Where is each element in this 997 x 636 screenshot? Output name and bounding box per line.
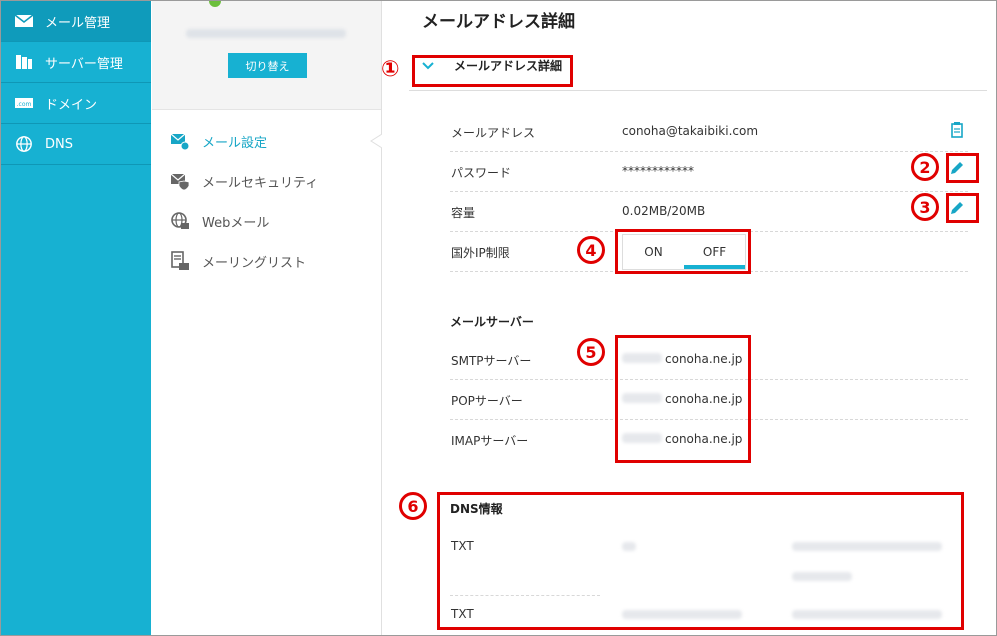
nav-item-label: メール管理 <box>45 15 111 31</box>
nav-item-mail[interactable]: メール管理 <box>1 1 151 42</box>
app-window: メール管理 サーバー管理 .com ドメイン DNS 切り替え メール設定 メー… <box>0 0 997 636</box>
mail-server-title: メールサーバー <box>450 315 534 329</box>
menu-item-label: メールセキュリティ <box>202 175 319 191</box>
mail-menu: メール設定 メールセキュリティ Webメール メーリングリスト <box>152 121 381 281</box>
capacity-row: 容量 0.02MB/20MB <box>450 191 968 232</box>
globe-icon <box>13 135 35 153</box>
svg-text:.com: .com <box>17 101 32 108</box>
status-dot <box>209 1 221 7</box>
capacity-value: 0.02MB/20MB <box>622 204 706 218</box>
nav-item-label: ドメイン <box>45 97 98 113</box>
menu-item-mail-security[interactable]: メールセキュリティ <box>152 161 381 201</box>
email-row: メールアドレス conoha@takaibiki.com <box>450 111 968 152</box>
nav-item-label: DNS <box>45 136 73 152</box>
main-nav: メール管理 サーバー管理 .com ドメイン DNS <box>1 1 151 635</box>
password-label: パスワード <box>451 166 512 180</box>
webmail-icon <box>170 211 190 231</box>
menu-item-mailing-list[interactable]: メーリングリスト <box>152 241 381 281</box>
mail-settings-icon <box>170 131 190 151</box>
nav-item-domain[interactable]: .com ドメイン <box>1 83 151 124</box>
domain-icon: .com <box>13 94 35 112</box>
active-pointer-icon <box>370 134 382 148</box>
annotation-box-6 <box>437 492 964 630</box>
mail-icon <box>13 12 35 30</box>
imap-label: IMAPサーバー <box>451 434 529 448</box>
annotation-box-5 <box>615 335 751 463</box>
mail-security-icon <box>170 171 190 191</box>
divider <box>409 90 987 91</box>
menu-item-mail-settings[interactable]: メール設定 <box>152 121 381 161</box>
capacity-label: 容量 <box>451 206 476 220</box>
account-panel: 切り替え <box>152 1 381 110</box>
smtp-label: SMTPサーバー <box>451 354 532 368</box>
mailing-list-icon <box>170 251 190 271</box>
foreign-ip-label: 国外IP制限 <box>451 246 510 260</box>
annotation-number-5: 5 <box>577 338 605 366</box>
annotation-box-2 <box>946 153 979 183</box>
menu-item-label: メール設定 <box>202 135 268 151</box>
menu-item-webmail[interactable]: Webメール <box>152 201 381 241</box>
email-value: conoha@takaibiki.com <box>622 124 759 138</box>
annotation-number-6: 6 <box>399 492 427 520</box>
annotation-number-4: 4 <box>577 236 605 264</box>
pop-label: POPサーバー <box>451 394 523 408</box>
switch-button[interactable]: 切り替え <box>228 53 307 78</box>
account-name-redacted <box>186 29 346 38</box>
annotation-number-3: 3 <box>911 193 939 221</box>
menu-item-label: メーリングリスト <box>202 255 307 271</box>
sub-nav: 切り替え メール設定 メールセキュリティ Webメール メーリングリスト <box>152 1 382 635</box>
annotation-box-3 <box>946 193 979 223</box>
server-icon <box>13 53 35 71</box>
password-value: ************ <box>622 164 694 178</box>
page-title: メールアドレス詳細 <box>422 12 575 32</box>
annotation-box-1 <box>412 55 573 87</box>
nav-item-label: サーバー管理 <box>45 56 123 72</box>
nav-item-server[interactable]: サーバー管理 <box>1 42 151 83</box>
menu-item-label: Webメール <box>202 215 270 231</box>
password-row: パスワード ************ <box>450 151 968 192</box>
annotation-number-1: ① <box>381 57 400 82</box>
nav-item-dns[interactable]: DNS <box>1 124 151 165</box>
annotation-number-2: 2 <box>911 153 939 181</box>
email-label: メールアドレス <box>451 126 536 140</box>
annotation-box-4 <box>615 229 751 274</box>
copy-icon[interactable] <box>948 121 966 139</box>
